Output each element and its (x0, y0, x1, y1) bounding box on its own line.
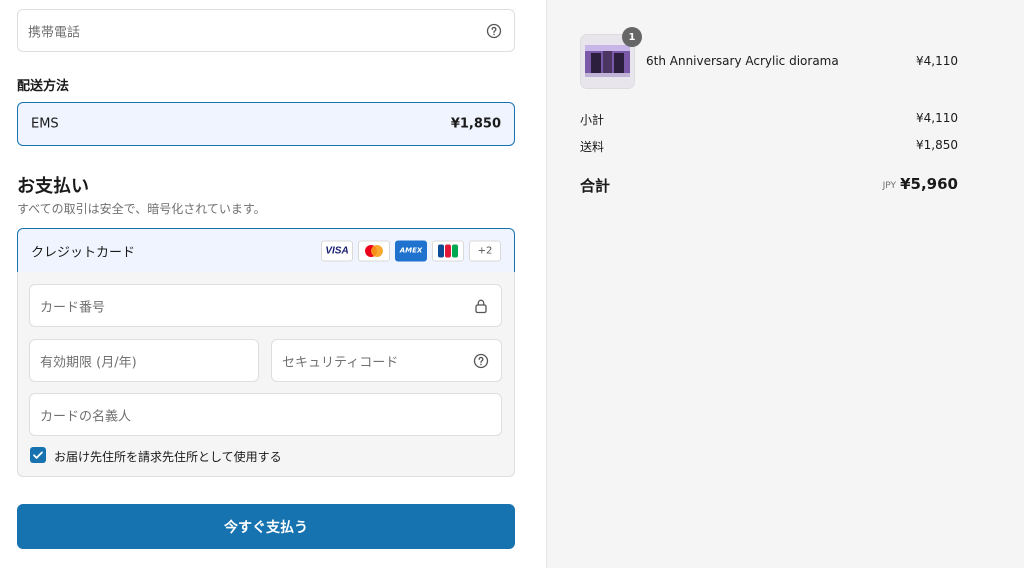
jcb-icon (432, 240, 464, 261)
help-icon[interactable] (486, 23, 502, 39)
security-code-placeholder: セキュリティコード (282, 355, 399, 370)
total-currency: JPY (882, 181, 896, 191)
shipping-fee-label: 送料 (580, 140, 605, 154)
cardholder-placeholder: カードの名義人 (40, 409, 132, 424)
expiry-field[interactable]: 有効期限 (月/年) (29, 339, 259, 382)
shipping-heading: 配送方法 (17, 79, 70, 94)
cardholder-name-field[interactable]: カードの名義人 (29, 393, 502, 436)
amex-icon: AMEX (395, 240, 427, 261)
expiry-placeholder: 有効期限 (月/年) (40, 355, 137, 370)
card-number-field[interactable]: カード番号 (29, 284, 502, 327)
product-name: 6th Anniversary Acrylic diorama (646, 54, 839, 68)
mastercard-icon (358, 240, 390, 261)
lock-icon (475, 299, 487, 313)
phone-placeholder: 携帯電話 (28, 25, 81, 40)
billing-same-label[interactable]: お届け先住所を請求先住所として使用する (54, 448, 282, 465)
total-value: ¥5,960 (900, 175, 958, 193)
credit-card-label: クレジットカード (31, 245, 136, 260)
phone-field[interactable]: 携帯電話 (17, 9, 515, 52)
help-icon[interactable] (473, 353, 489, 369)
product-thumbnail: 1 (580, 27, 642, 89)
shipping-method-price: ¥1,850 (450, 116, 501, 132)
checkout-form: 携帯電話 配送方法 EMS ¥1,850 お支払い すべての取引は安全で、暗号化… (0, 0, 546, 568)
shipping-method-name: EMS (31, 116, 59, 132)
check-icon (33, 451, 43, 459)
product-price: ¥4,110 (916, 54, 958, 68)
payment-subtitle: すべての取引は安全で、暗号化されています。 (17, 202, 266, 216)
security-code-field[interactable]: セキュリティコード (271, 339, 502, 382)
visa-icon: VISA (321, 240, 353, 261)
subtotal-value: ¥4,110 (916, 111, 958, 125)
more-brands-badge: +2 (469, 240, 501, 261)
pay-now-button[interactable]: 今すぐ支払う (17, 504, 515, 549)
payment-title: お支払い (17, 176, 89, 197)
card-brands: VISA AMEX +2 (321, 240, 501, 261)
credit-card-option[interactable]: クレジットカード VISA AMEX +2 (17, 228, 515, 273)
subtotal-label: 小計 (580, 113, 605, 127)
shipping-fee-value: ¥1,850 (916, 138, 958, 152)
quantity-badge: 1 (622, 27, 642, 47)
shipping-option-ems[interactable]: EMS ¥1,850 (17, 102, 515, 146)
total-label: 合計 (580, 177, 611, 195)
billing-same-checkbox[interactable] (30, 447, 46, 463)
card-number-placeholder: カード番号 (40, 300, 106, 315)
